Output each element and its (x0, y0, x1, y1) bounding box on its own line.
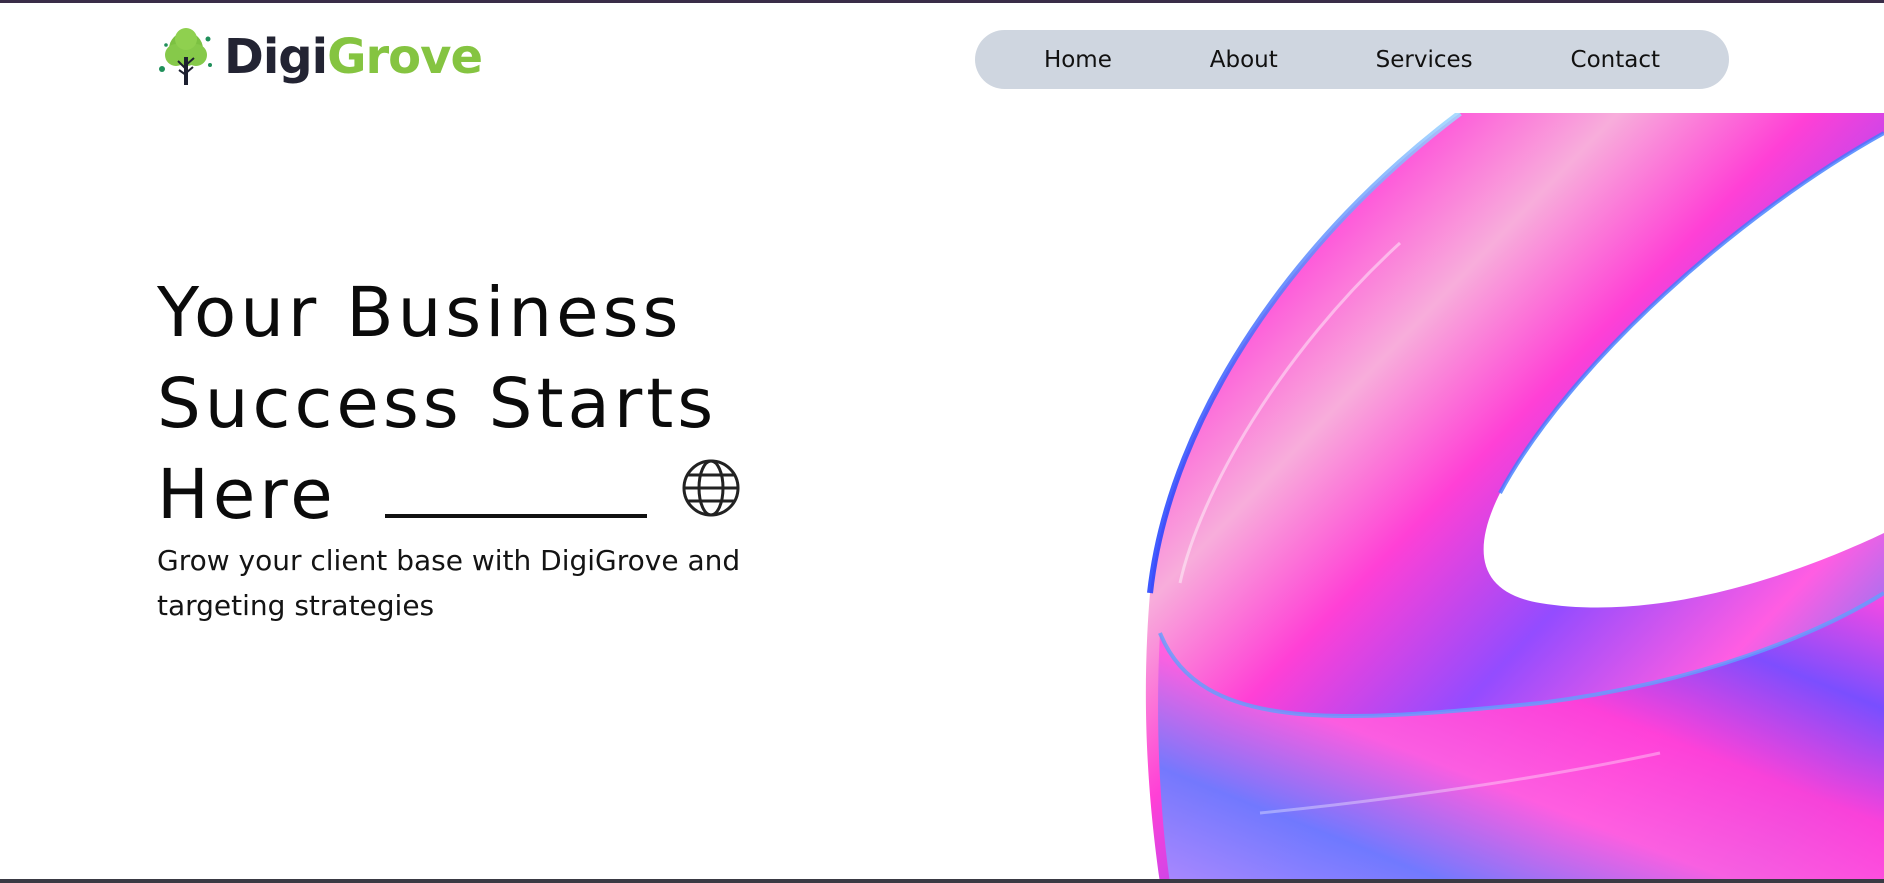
globe-icon (682, 459, 740, 517)
nav-services-link[interactable]: Services (1358, 39, 1491, 81)
nav-home-link[interactable]: Home (1026, 39, 1130, 81)
nav-contact-link[interactable]: Contact (1553, 39, 1678, 81)
main-nav: Home About Services Contact (975, 30, 1729, 89)
brand-name-part1: Digi (224, 29, 328, 85)
brand-name-part2: Grove (327, 29, 483, 85)
brand-logo[interactable]: DigiGrove (158, 25, 483, 89)
hero-divider-line (384, 514, 647, 518)
hero-title-line-3-wrap: Here (157, 450, 917, 541)
hero-title-line-2: Success Starts (157, 364, 718, 444)
tree-logo-icon (159, 28, 212, 85)
hero-title: Your Business Success Starts Here (157, 268, 917, 541)
hero-ring-graphic (1140, 113, 1884, 879)
nav-about-link[interactable]: About (1192, 39, 1296, 81)
iridescent-ring-graphic (1145, 113, 1884, 879)
hero-title-line-1: Your Business (157, 273, 683, 353)
brand-name: DigiGrove (224, 33, 483, 81)
hero-title-line-3: Here (157, 455, 337, 535)
landing-page: DigiGrove Home About Services Contact Yo… (0, 0, 1884, 883)
hero-subtitle: Grow your client base with DigiGrove and… (157, 544, 741, 622)
